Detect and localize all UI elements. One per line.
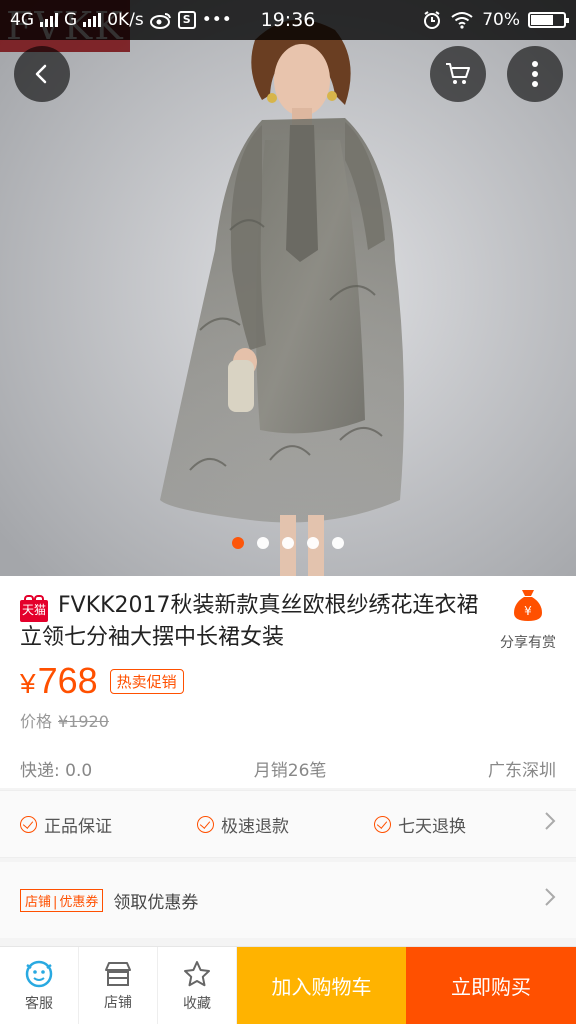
star-icon [184,960,210,986]
back-button[interactable] [14,46,70,102]
promo-tag: 热卖促销 [109,668,184,694]
product-image-carousel[interactable]: FVKK [0,0,576,576]
chevron-left-icon [35,64,47,84]
price-row: ¥768 热卖促销 [20,660,184,702]
guarantee-authentic: 正品保证 [20,812,197,837]
chevron-right-icon [544,887,556,913]
add-to-cart-button[interactable]: 加入购物车 [237,947,406,1024]
ship-from-location: 广东深圳 [488,761,556,781]
carousel-indicators [0,537,576,549]
network-type-label: 4G [10,10,34,30]
share-reward-button[interactable]: ¥ 分享有赏 [490,588,566,652]
check-circle-icon [20,815,37,833]
tmall-badge: 天猫 [20,595,48,622]
svg-text:¥: ¥ [524,604,532,618]
current-price: ¥768 [20,660,98,701]
store-icon [105,961,131,986]
monthly-sales: 月销26笔 [253,761,327,781]
customer-service-button[interactable]: 客服 [0,947,79,1024]
cart-button[interactable] [430,46,486,102]
share-label: 分享有赏 [500,635,556,651]
s-app-icon: S [177,11,196,29]
check-circle-icon [197,815,214,833]
product-title-block: 天猫 FVKK2017秋装新款真丝欧根纱绣花连衣裙立领七分袖大摆中长裙女装 [20,590,480,654]
status-bar: 4G G 0K/s S ••• 19:36 70% [0,0,576,40]
product-photo [0,0,576,576]
coupon-text: 领取优惠券 [113,892,199,913]
more-dots-icon: ••• [201,10,232,30]
favorite-button[interactable]: 收藏 [158,947,237,1024]
carousel-dot[interactable] [307,537,319,549]
network-type-label-2: G [64,10,78,30]
more-vertical-icon [532,61,538,87]
product-meta: 快递: 0.0 月销26笔 广东深圳 [20,756,556,781]
shipping-fee: 快递: 0.0 [20,761,93,781]
weibo-icon [149,11,172,29]
shop-coupon-tag: 店铺 | 优惠券 [20,888,104,912]
carousel-dot[interactable] [282,537,294,549]
coupon-row[interactable]: 店铺 | 优惠券 领取优惠券 [0,862,576,938]
carousel-dot[interactable] [332,537,344,549]
wifi-icon [450,11,474,29]
original-price: 价格 ¥1920 [20,712,109,731]
product-title: FVKK2017秋装新款真丝欧根纱绣花连衣裙立领七分袖大摆中长裙女装 [20,593,479,650]
alarm-icon [422,10,442,30]
carousel-dot[interactable] [257,537,269,549]
signal-icon-2 [83,13,102,27]
shop-button[interactable]: 店铺 [79,947,158,1024]
bottom-action-bar: 客服 店铺 收藏 加入购物车 立即购买 [0,946,576,1024]
net-speed: 0K/s [107,10,144,30]
buy-now-button[interactable]: 立即购买 [406,947,576,1024]
customer-service-icon [25,960,53,987]
more-button[interactable] [507,46,563,102]
service-guarantees[interactable]: 正品保证 极速退款 七天退换 [0,790,576,858]
product-info: 天猫 FVKK2017秋装新款真丝欧根纱绣花连衣裙立领七分袖大摆中长裙女装 ¥ 分… [0,576,576,788]
guarantee-fast-refund: 极速退款 [197,812,374,837]
battery-percent: 70% [482,10,520,30]
battery-icon [528,12,569,28]
carousel-dot-active[interactable] [232,537,244,549]
shopping-cart-icon [446,63,470,84]
signal-icon [40,13,58,27]
chevron-right-icon [544,811,556,837]
money-bag-icon: ¥ [514,590,542,621]
guarantee-7day-return: 七天退换 [374,812,551,837]
check-circle-icon [374,815,391,833]
